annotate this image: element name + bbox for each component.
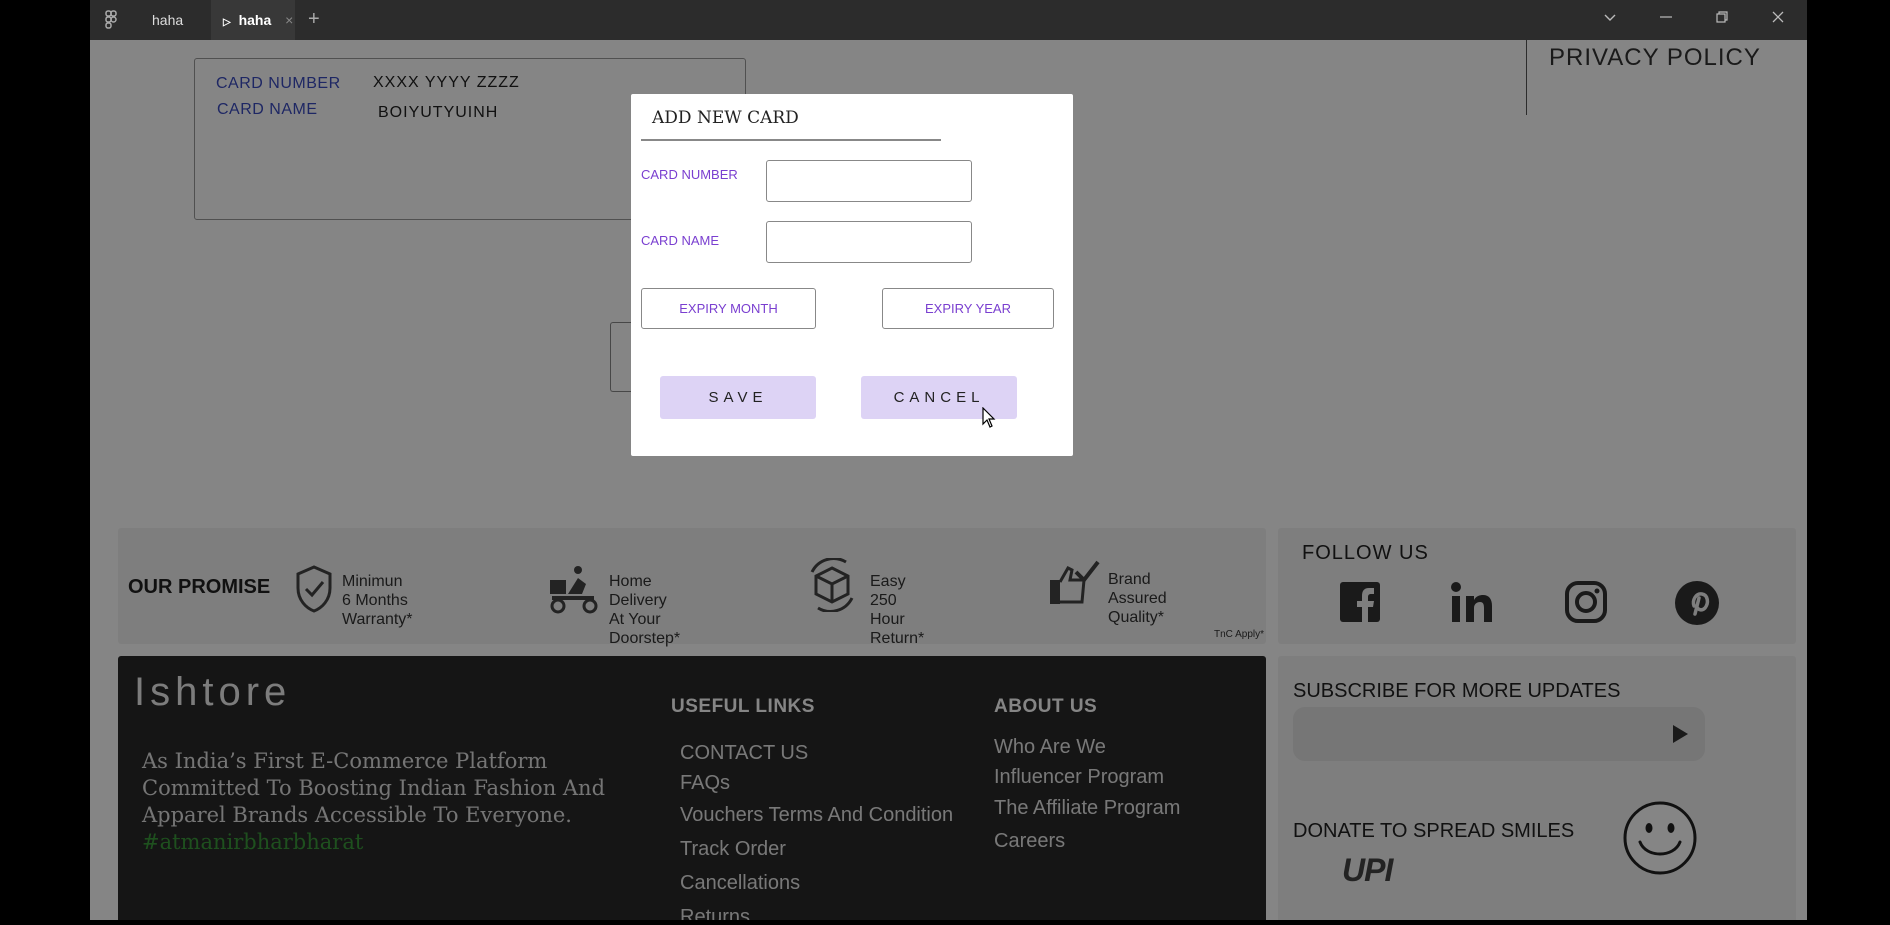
figma-menu-icon[interactable] <box>104 10 120 35</box>
close-icon[interactable] <box>1766 8 1790 32</box>
mouse-cursor-icon <box>982 406 996 434</box>
play-icon: ▷ <box>223 17 231 28</box>
new-tab-button[interactable]: + <box>308 0 320 40</box>
title-divider <box>641 139 941 141</box>
restore-icon[interactable] <box>1710 8 1734 32</box>
card-name-input[interactable] <box>766 221 972 263</box>
tab-close-icon[interactable]: × <box>285 12 293 28</box>
add-card-dialog: ADD NEW CARD CARD NUMBER CARD NAME EXPIR… <box>631 94 1073 456</box>
tab-label: haha <box>152 12 184 28</box>
chevron-down-icon[interactable] <box>1598 8 1622 32</box>
tab-label: haha <box>238 12 272 28</box>
dialog-title: ADD NEW CARD <box>652 108 799 128</box>
expiry-year-select[interactable]: EXPIRY YEAR <box>882 288 1054 329</box>
tab-haha-2[interactable]: ▷ haha × <box>211 0 295 40</box>
minimize-icon[interactable] <box>1654 8 1678 32</box>
card-number-input[interactable] <box>766 160 972 202</box>
card-number-field-label: CARD NUMBER <box>641 167 738 182</box>
card-name-field-label: CARD NAME <box>641 233 720 248</box>
window-titlebar: haha ▷ haha × + <box>90 0 1807 40</box>
expiry-month-select[interactable]: EXPIRY MONTH <box>641 288 816 329</box>
bottom-edge <box>0 920 1890 925</box>
save-button[interactable]: SAVE <box>660 376 816 419</box>
